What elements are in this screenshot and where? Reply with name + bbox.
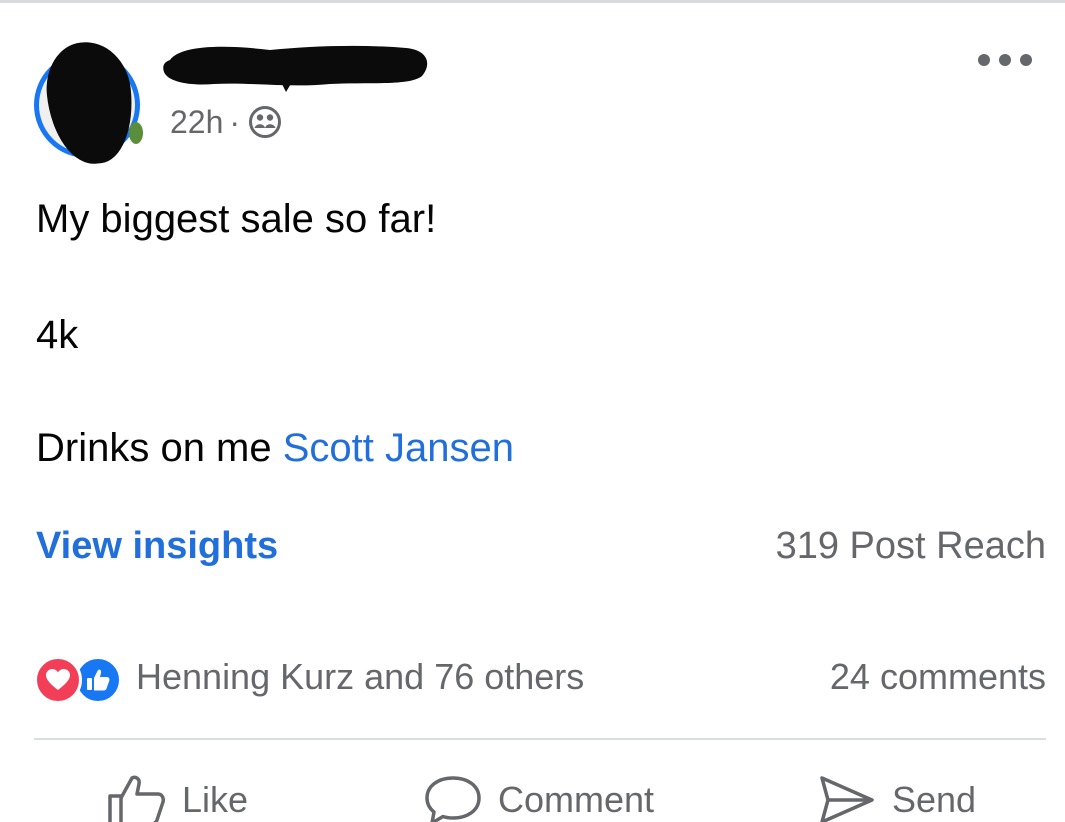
send-icon (818, 774, 876, 822)
meta-separator: · (229, 103, 241, 140)
comments-count[interactable]: 24 comments (830, 656, 1046, 698)
avatar-photo-edge (129, 122, 143, 144)
post-text-line: Drinks on me Scott Jansen (36, 424, 514, 472)
post-text-line: 4k (36, 313, 79, 357)
love-icon (34, 656, 82, 704)
insights-row: View insights 319 Post Reach (36, 525, 1046, 575)
more-options-icon[interactable] (978, 46, 1032, 74)
post-time[interactable]: 22h (170, 104, 223, 141)
reaction-icons[interactable] (34, 656, 130, 704)
post-card: 22h · My biggest sale so far! 4k Drinks … (0, 0, 1065, 822)
post-text-fragment: Drinks on me (36, 426, 283, 470)
comment-label: Comment (498, 779, 655, 820)
send-label: Send (892, 779, 977, 820)
like-label: Like (182, 779, 249, 820)
more-dot (999, 54, 1011, 66)
comment-button[interactable]: Comment (424, 770, 654, 822)
view-insights-link[interactable]: View insights (36, 525, 278, 568)
send-button[interactable]: Send (818, 770, 976, 822)
more-dot (978, 54, 990, 66)
post-text-line: My biggest sale so far! (36, 197, 437, 241)
reactions-summary[interactable]: Henning Kurz and 76 others (136, 656, 584, 698)
comment-icon (424, 774, 482, 822)
thumbs-up-icon (108, 774, 166, 822)
reactions-row: Henning Kurz and 76 others 24 comments (34, 654, 1046, 704)
more-dot (1020, 54, 1032, 66)
post-reach: 319 Post Reach (775, 525, 1046, 567)
mention-link[interactable]: Scott Jansen (283, 426, 514, 470)
like-button[interactable]: Like (108, 770, 248, 822)
author-name-redaction[interactable] (160, 42, 432, 94)
actions-divider (34, 738, 1046, 740)
post-meta: 22h · (170, 100, 282, 144)
friends-icon (248, 105, 282, 139)
avatar[interactable] (34, 37, 148, 169)
top-divider (0, 0, 1065, 3)
